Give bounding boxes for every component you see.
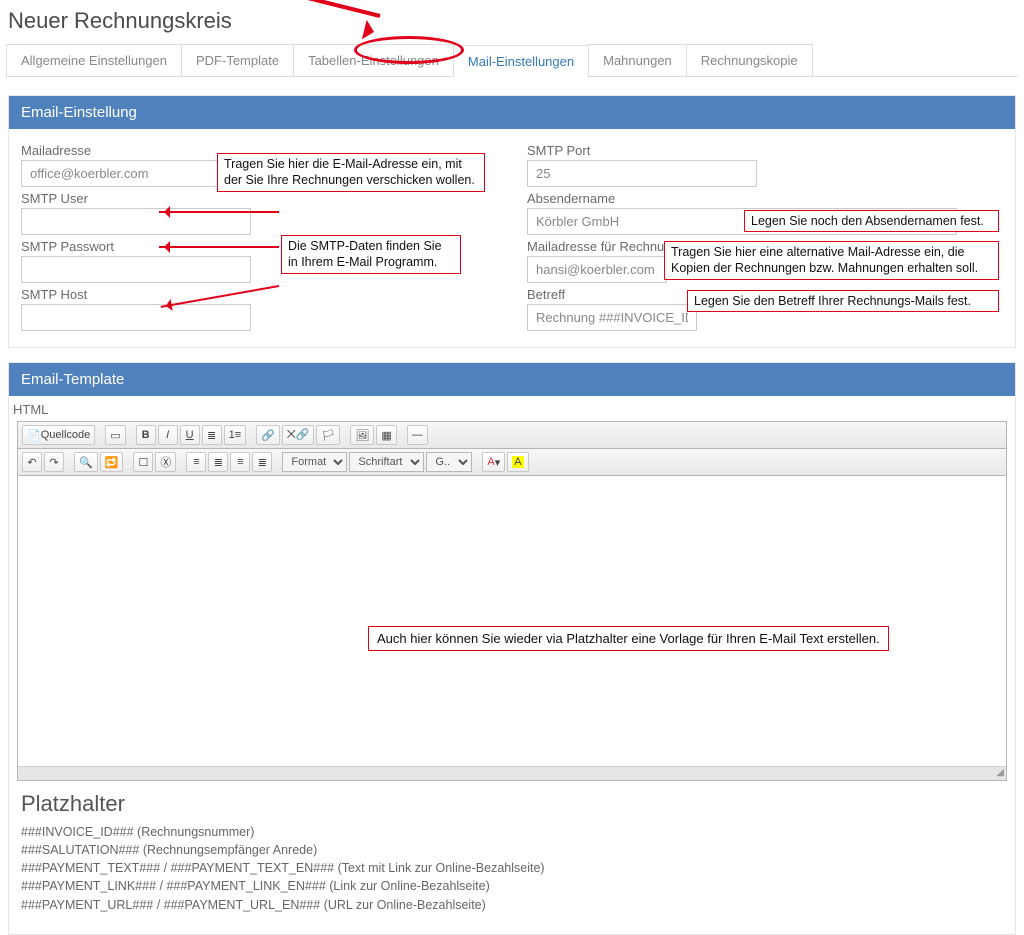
annotation-hint-smtp: Die SMTP-Daten finden Sie in Ihrem E-Mai…	[281, 235, 461, 274]
source-button[interactable]: 📄 Quellcode	[22, 425, 95, 445]
page-title: Neuer Rechnungskreis	[8, 8, 1024, 34]
placeholder-line: ###PAYMENT_LINK### / ###PAYMENT_LINK_EN#…	[21, 877, 1003, 895]
source-button-label: Quellcode	[41, 429, 91, 441]
redo-button[interactable]: ↷	[44, 452, 64, 472]
email-template-header: Email-Template	[9, 363, 1015, 396]
placeholder-line: ###SALUTATION### (Rechnungsempfänger Anr…	[21, 841, 1003, 859]
format-select[interactable]: Format	[282, 452, 347, 472]
preview-icon[interactable]: ▭	[105, 425, 125, 445]
placeholder-line: ###PAYMENT_TEXT### / ###PAYMENT_TEXT_EN#…	[21, 859, 1003, 877]
tab-pdf[interactable]: PDF-Template	[181, 44, 294, 76]
underline-button[interactable]: U	[180, 425, 200, 445]
align-left-button[interactable]: ≡	[186, 452, 206, 472]
email-settings-header: Email-Einstellung	[9, 96, 1015, 129]
removeformat-button[interactable]: Ⓧ	[155, 452, 176, 472]
undo-button[interactable]: ↶	[22, 452, 42, 472]
replace-button[interactable]: 🔁	[100, 452, 124, 472]
copy-mail-input[interactable]	[527, 256, 667, 283]
sender-name-label: Absendername	[527, 191, 1003, 206]
tab-mail[interactable]: Mail-Einstellungen	[453, 45, 589, 77]
font-select[interactable]: Schriftart	[349, 452, 424, 472]
bold-button[interactable]: B	[136, 425, 156, 445]
align-justify-button[interactable]: ≣	[252, 452, 272, 472]
annotation-hint-copymail: Tragen Sie hier eine alternative Mail-Ad…	[664, 241, 999, 280]
annotation-hint-subject: Legen Sie den Betreff Ihrer Rechnungs-Ma…	[687, 290, 999, 312]
tab-bar: Allgemeine Einstellungen PDF-Template Ta…	[6, 44, 1018, 77]
editor-content-area[interactable]: Auch hier können Sie wieder via Platzhal…	[18, 476, 1006, 766]
placeholder-line: ###INVOICE_ID### (Rechnungsnummer)	[21, 823, 1003, 841]
bullets-button[interactable]: ≣	[202, 425, 222, 445]
smtp-port-input[interactable]	[527, 160, 757, 187]
align-right-button[interactable]: ≡	[230, 452, 250, 472]
italic-button[interactable]: I	[158, 425, 178, 445]
editor-resize-handle[interactable]: ◢	[18, 766, 1006, 780]
placeholder-line: ###PAYMENT_URL### / ###PAYMENT_URL_EN###…	[21, 896, 1003, 914]
annotation-hint-mailadresse: Tragen Sie hier die E-Mail-Adresse ein, …	[217, 153, 485, 192]
html-editor: 📄 Quellcode ▭ B I U ≣ 1≡ 🔗 ⨉🔗 🏳 🖼 ▦ — ↶ …	[17, 421, 1007, 781]
html-label: HTML	[9, 396, 1015, 421]
tab-dunning[interactable]: Mahnungen	[588, 44, 687, 76]
size-select[interactable]: G...	[426, 452, 472, 472]
table-button[interactable]: ▦	[376, 425, 396, 445]
tab-tables[interactable]: Tabellen-Einstellungen	[293, 44, 454, 76]
smtp-host-label: SMTP Host	[21, 287, 497, 302]
image-button[interactable]: 🖼	[350, 425, 374, 445]
numbered-button[interactable]: 1≡	[224, 425, 247, 445]
placeholders-title: Platzhalter	[21, 791, 1003, 817]
bgcolor-button[interactable]: A	[507, 452, 528, 472]
hr-button[interactable]: —	[407, 425, 428, 445]
smtp-pass-input[interactable]	[21, 256, 251, 283]
find-button[interactable]: 🔍	[74, 452, 98, 472]
textcolor-button[interactable]: A▾	[482, 452, 505, 472]
smtp-port-label: SMTP Port	[527, 143, 1003, 158]
tab-general[interactable]: Allgemeine Einstellungen	[6, 44, 182, 76]
editor-toolbar-1: 📄 Quellcode ▭ B I U ≣ 1≡ 🔗 ⨉🔗 🏳 🖼 ▦ —	[18, 422, 1006, 449]
editor-toolbar-2: ↶ ↷ 🔍 🔁 ☐ Ⓧ ≡ ≣ ≡ ≣ Format Schriftart G.…	[18, 449, 1006, 476]
selectall-button[interactable]: ☐	[133, 452, 153, 472]
smtp-user-input[interactable]	[21, 208, 251, 235]
annotation-hint-template: Auch hier können Sie wieder via Platzhal…	[368, 626, 889, 651]
annotation-hint-sender: Legen Sie noch den Absendernamen fest.	[744, 210, 999, 232]
link-button[interactable]: 🔗	[256, 425, 280, 445]
unlink-button[interactable]: ⨉🔗	[282, 425, 315, 445]
tab-copy[interactable]: Rechnungskopie	[686, 44, 813, 76]
anchor-button[interactable]: 🏳	[316, 425, 340, 445]
smtp-host-input[interactable]	[21, 304, 251, 331]
subject-input[interactable]	[527, 304, 697, 331]
smtp-user-label: SMTP User	[21, 191, 497, 206]
align-center-button[interactable]: ≣	[208, 452, 228, 472]
